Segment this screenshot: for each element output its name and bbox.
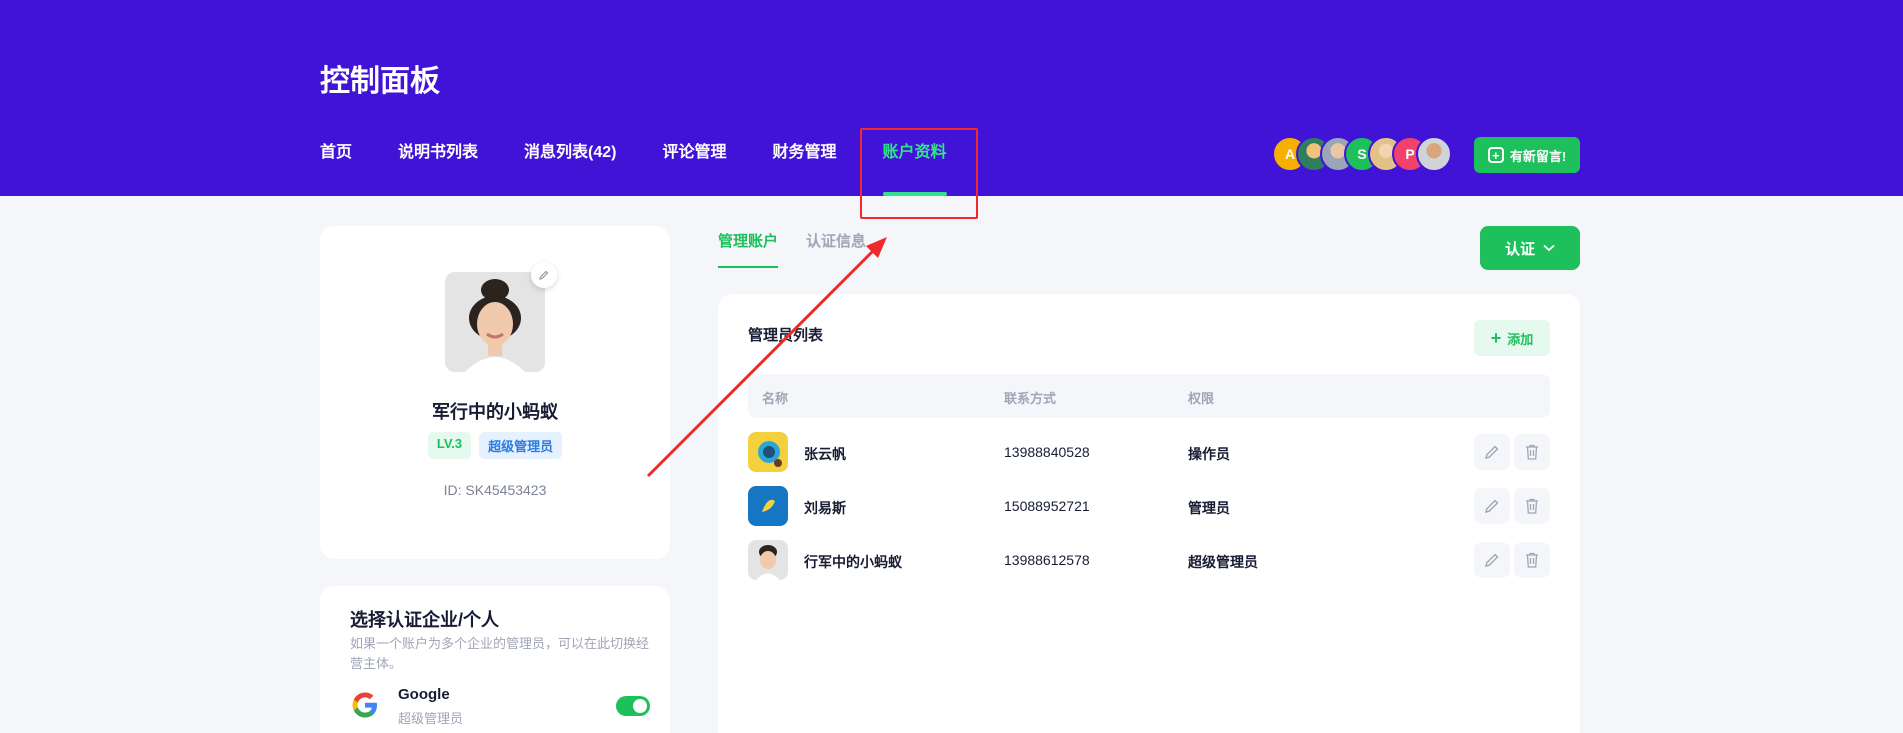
role-badge: 超级管理员: [479, 432, 563, 459]
admin-list-title: 管理员列表: [748, 327, 824, 344]
avatar: [748, 540, 788, 580]
entity-select-card: 选择认证企业/个人 如果一个账户为多个企业的管理员，可以在此切换经营主体。 Go…: [320, 586, 670, 733]
level-badge: LV.3: [427, 432, 472, 459]
admin-name: 行军中的小蚂蚁: [804, 554, 902, 570]
edit-button[interactable]: [1474, 434, 1510, 470]
entity-select-description: 如果一个账户为多个企业的管理员，可以在此切换经营主体。: [350, 636, 650, 671]
annotation-highlight-box: [860, 128, 978, 219]
edit-button[interactable]: [1474, 542, 1510, 578]
column-contact: 联系方式: [1004, 391, 1057, 406]
profile-id: ID: SK45453423: [443, 482, 547, 498]
trash-icon: [1526, 444, 1538, 460]
admin-name: 刘易斯: [804, 500, 846, 516]
nav-manuals[interactable]: 说明书列表: [398, 142, 478, 196]
profile-badges: LV.3 超级管理员: [320, 432, 670, 459]
nav-comments[interactable]: 评论管理: [663, 142, 727, 196]
entity-name: Google: [398, 686, 450, 703]
table-row: 行军中的小蚂蚁 13988612578 超级管理员: [748, 540, 1550, 582]
pencil-icon: [1485, 445, 1499, 459]
pencil-icon: [1485, 553, 1499, 567]
admin-phone: 13988612578: [1004, 552, 1090, 568]
admin-role: 超级管理员: [1188, 554, 1258, 570]
nav-finance[interactable]: 财务管理: [773, 142, 837, 196]
avatar: [748, 432, 788, 472]
plus-icon: +: [1490, 328, 1502, 348]
avatar-group: A S P: [1272, 136, 1452, 172]
profile-card: 军行中的小蚂蚁 LV.3 超级管理员 ID: SK45453423: [320, 226, 670, 559]
table-row: 刘易斯 15088952721 管理员: [748, 486, 1550, 528]
tab-verification-info[interactable]: 认证信息: [806, 230, 866, 268]
verify-label: 认证: [1504, 240, 1535, 258]
table-row: 张云帆 13988840528 操作员: [748, 432, 1550, 474]
nav-home[interactable]: 首页: [320, 142, 352, 196]
column-permission: 权限: [1188, 391, 1215, 406]
delete-button[interactable]: [1514, 542, 1550, 578]
admin-role: 管理员: [1188, 500, 1230, 516]
google-icon: [352, 692, 377, 718]
tab-manage-accounts[interactable]: 管理账户: [718, 230, 779, 268]
delete-button[interactable]: [1514, 488, 1550, 524]
trash-icon: [1526, 552, 1538, 568]
entity-select-title: 选择认证企业/个人: [350, 610, 500, 630]
column-name: 名称: [762, 391, 789, 406]
admin-name: 张云帆: [804, 446, 846, 462]
avatar[interactable]: [1416, 136, 1452, 172]
admin-phone: 13988840528: [1004, 444, 1090, 460]
pencil-icon: [539, 270, 549, 280]
verify-dropdown-button[interactable]: 认证: [1480, 226, 1580, 270]
add-admin-label: 添加: [1507, 331, 1534, 347]
admin-list-card: 管理员列表 + 添加 名称 联系方式 权限 张云帆 13988840528 操作…: [718, 294, 1580, 733]
add-admin-button[interactable]: + 添加: [1474, 320, 1550, 356]
entity-item: Google 超级管理员: [350, 686, 650, 726]
nav-messages[interactable]: 消息列表(42): [524, 142, 616, 196]
chevron-down-icon: [1543, 244, 1555, 252]
profile-name: 军行中的小蚂蚁: [432, 402, 558, 422]
new-message-button[interactable]: + 有新留言!: [1474, 137, 1580, 173]
profile-photo: [445, 272, 545, 372]
account-subtabs: 管理账户 认证信息: [718, 230, 866, 268]
edit-photo-button[interactable]: [531, 262, 557, 288]
delete-button[interactable]: [1514, 434, 1550, 470]
plus-icon: +: [1487, 147, 1504, 163]
new-message-label: 有新留言!: [1509, 148, 1567, 164]
pencil-icon: [1485, 499, 1499, 513]
page-title: 控制面板: [320, 65, 440, 98]
admin-role: 操作员: [1188, 446, 1230, 462]
avatar: [748, 486, 788, 526]
trash-icon: [1526, 498, 1538, 514]
admin-phone: 15088952721: [1004, 498, 1090, 514]
entity-role: 超级管理员: [398, 711, 464, 726]
edit-button[interactable]: [1474, 488, 1510, 524]
entity-toggle[interactable]: [616, 696, 650, 716]
table-header: 名称 联系方式 权限: [748, 374, 1550, 418]
